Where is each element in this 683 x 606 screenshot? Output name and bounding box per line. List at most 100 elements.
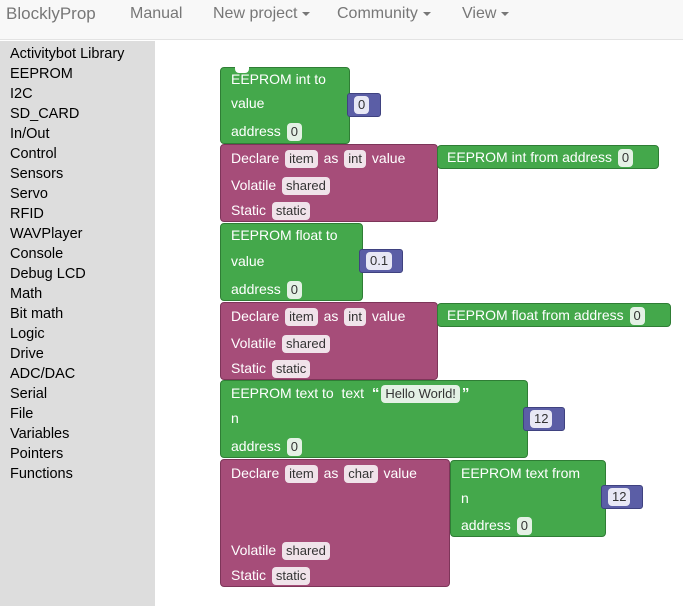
open-quote-icon: “ — [371, 385, 380, 402]
text-field[interactable]: Hello World! — [381, 385, 460, 403]
static-field[interactable]: static — [271, 360, 311, 378]
read-row: EEPROM int from address 0 — [447, 146, 635, 168]
volatile-field[interactable]: shared — [282, 335, 330, 353]
address-row: address 0 — [231, 278, 304, 300]
address-label: address — [231, 123, 281, 139]
number-field[interactable]: 12 — [608, 488, 631, 506]
declare-row: Declare item as int value — [231, 305, 405, 327]
text-label: text — [341, 385, 365, 401]
toolbox-category-variables[interactable]: Variables — [0, 424, 155, 444]
as-label: as — [323, 465, 339, 481]
chevron-down-icon — [501, 11, 510, 16]
static-label: Static — [231, 202, 267, 218]
read-title: EEPROM float from — [447, 307, 570, 323]
address-row: address 0 — [231, 435, 304, 457]
number-block[interactable]: 12 — [601, 485, 643, 509]
eeprom-text-write-block[interactable]: EEPROM text to text “Hello World!” n add… — [220, 380, 528, 458]
static-label: Static — [231, 567, 267, 583]
static-row: Static static — [231, 357, 312, 379]
toolbox-category-in-out[interactable]: In/Out — [0, 124, 155, 144]
eeprom-text-read-block[interactable]: EEPROM text from n address 0 — [450, 460, 606, 537]
address-field[interactable]: 0 — [629, 307, 645, 325]
address-field[interactable]: 0 — [286, 281, 302, 299]
toolbox-category-wavplayer[interactable]: WAVPlayer — [0, 224, 155, 244]
address-field[interactable]: 0 — [617, 149, 634, 167]
declare-int-block[interactable]: Declare item as int value Volatile share… — [220, 144, 438, 222]
volatile-row: Volatile shared — [231, 539, 332, 561]
variable-name-field[interactable]: item — [285, 465, 318, 483]
toolbox-category-console[interactable]: Console — [0, 244, 155, 264]
toolbox-category-pointers[interactable]: Pointers — [0, 444, 155, 464]
toolbox-sidebar: Activitybot Library EEPROM I2C SD_CARD In/Ou… — [0, 41, 155, 606]
address-label: address — [562, 149, 612, 165]
eeprom-int-read-block[interactable]: EEPROM int from address 0 — [437, 145, 659, 169]
toolbox-category-control[interactable]: Control — [0, 144, 155, 164]
volatile-field[interactable]: shared — [282, 177, 330, 195]
number-field[interactable]: 0 — [354, 96, 370, 114]
as-label: as — [323, 150, 339, 166]
address-label: address — [461, 517, 511, 533]
volatile-field[interactable]: shared — [282, 542, 330, 560]
declare-label: Declare — [231, 308, 280, 324]
toolbox-category-file[interactable]: File — [0, 404, 155, 424]
static-field[interactable]: static — [271, 202, 311, 220]
toolbox-category-eeprom[interactable]: EEPROM — [0, 64, 155, 84]
block-title: EEPROM int to — [231, 71, 326, 87]
type-field[interactable]: int — [344, 150, 367, 168]
toolbox-category-sensors[interactable]: Sensors — [0, 164, 155, 184]
toolbox-category-drive[interactable]: Drive — [0, 344, 155, 364]
address-field[interactable]: 0 — [516, 517, 532, 535]
eeprom-float-read-block[interactable]: EEPROM float from address 0 — [437, 303, 671, 327]
declare-row: Declare item as char value — [231, 462, 417, 484]
address-field[interactable]: 0 — [286, 123, 302, 141]
block-title: EEPROM text to — [231, 385, 334, 401]
toolbox-category-rfid[interactable]: RFID — [0, 204, 155, 224]
address-field[interactable]: 0 — [286, 438, 302, 456]
value-label: value — [371, 308, 406, 324]
variable-name-field[interactable]: item — [285, 308, 318, 326]
number-field[interactable]: 0.1 — [366, 252, 393, 270]
declare-label: Declare — [231, 465, 280, 481]
address-row: address 0 — [461, 514, 534, 536]
toolbox-category-bit-math[interactable]: Bit math — [0, 304, 155, 324]
n-label: n — [231, 410, 239, 426]
eeprom-float-write-block[interactable]: EEPROM float to value address 0 — [220, 223, 363, 301]
nav-view[interactable]: View — [462, 0, 510, 30]
toolbox-category-i2c[interactable]: I2C — [0, 84, 155, 104]
brand-logo[interactable]: BlocklyProp — [6, 0, 96, 40]
block-title: EEPROM float to — [231, 227, 338, 243]
toolbox-category-debug-lcd[interactable]: Debug LCD — [0, 264, 155, 284]
toolbox-category-list: Activitybot Library EEPROM I2C SD_CARD In/Ou… — [0, 41, 155, 484]
nav-community[interactable]: Community — [337, 0, 431, 30]
toolbox-category-logic[interactable]: Logic — [0, 324, 155, 344]
toolbox-category-serial[interactable]: Serial — [0, 384, 155, 404]
chevron-down-icon — [302, 11, 311, 16]
number-block[interactable]: 12 — [523, 407, 565, 431]
declare-float-block[interactable]: Declare item as int value Volatile share… — [220, 302, 438, 380]
type-field[interactable]: char — [344, 465, 378, 483]
toolbox-category-sd-card[interactable]: SD_CARD — [0, 104, 155, 124]
address-label: address — [231, 281, 281, 297]
value-label: value — [383, 465, 417, 481]
variable-name-field[interactable]: item — [285, 150, 318, 168]
nav-new-project[interactable]: New project — [213, 0, 311, 30]
type-field[interactable]: int — [344, 308, 367, 326]
toolbox-category-adc-dac[interactable]: ADC/DAC — [0, 364, 155, 384]
toolbox-category-activitybot-library[interactable]: Activitybot Library — [0, 44, 155, 64]
toolbox-category-math[interactable]: Math — [0, 284, 155, 304]
number-block[interactable]: 0.1 — [359, 249, 403, 273]
block-label-value: value — [231, 95, 265, 111]
nav-manual[interactable]: Manual — [130, 0, 182, 30]
toolbox-category-functions[interactable]: Functions — [0, 464, 155, 484]
read-title: EEPROM int from — [447, 149, 559, 165]
static-field[interactable]: static — [271, 567, 311, 585]
volatile-row: Volatile shared — [231, 332, 332, 354]
number-field[interactable]: 12 — [530, 410, 553, 428]
declare-char-block[interactable]: Declare item as char value Volatile shar… — [220, 459, 450, 587]
block-label-value: value — [231, 253, 265, 269]
blockly-workspace[interactable]: EEPROM int to value address 0 0 Declare … — [155, 41, 683, 606]
eeprom-int-write-block[interactable]: EEPROM int to value address 0 — [220, 67, 350, 144]
read-row: EEPROM float from address 0 — [447, 304, 647, 326]
toolbox-category-servo[interactable]: Servo — [0, 184, 155, 204]
number-block[interactable]: 0 — [347, 93, 381, 117]
